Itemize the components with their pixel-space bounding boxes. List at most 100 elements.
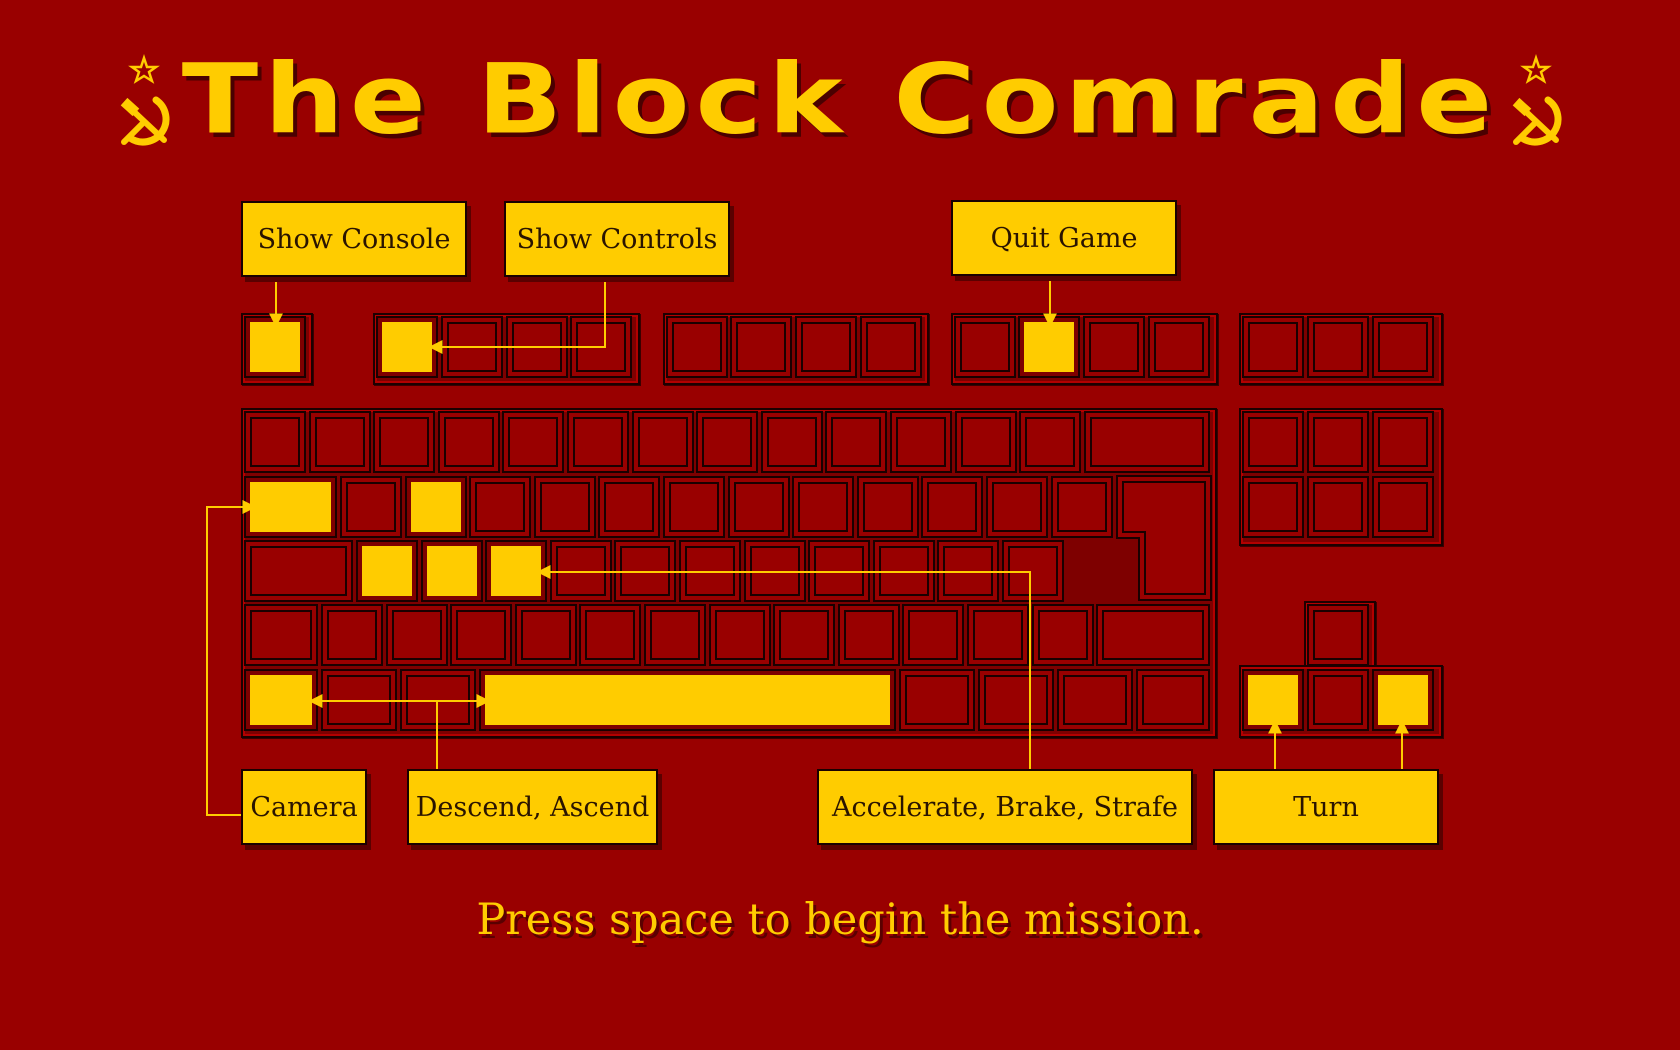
key-number-row[interactable] [631,411,694,473]
key-number-row[interactable] [373,411,436,473]
key-space[interactable] [479,669,896,731]
game-title: The Block Comrade [181,44,1499,156]
key-number-row[interactable] [760,411,823,473]
key-a-row[interactable] [937,540,1000,602]
key-number-row[interactable] [1019,411,1082,473]
hammer-and-sickle-icon [1504,50,1568,150]
key-arrow-up[interactable] [1307,604,1369,666]
key-number-row[interactable] [954,411,1017,473]
key-f1[interactable] [376,316,438,378]
key-menu[interactable] [1057,669,1133,731]
key-z-row[interactable] [514,604,577,666]
key-f12[interactable] [1148,316,1210,378]
key-z-row[interactable] [773,604,836,666]
show-console-label: Show Console [241,201,467,277]
key-f2[interactable] [441,316,503,378]
key-left-shift[interactable] [244,604,318,666]
key-q-row[interactable] [856,476,919,538]
key-q-row[interactable] [986,476,1048,538]
key-a-row[interactable] [808,540,871,602]
key-a-row[interactable] [743,540,806,602]
quit-game-label: Quit Game [951,200,1177,276]
title-banner: The Block Comrade [0,40,1680,160]
key-q-row[interactable] [404,476,467,538]
key-right-shift[interactable] [1096,604,1210,666]
camera-label: Camera [241,769,367,845]
key-q-row[interactable] [727,476,790,538]
key-z-row[interactable] [1031,604,1094,666]
key-z-row[interactable] [644,604,706,666]
key-q-row[interactable] [1050,476,1113,538]
key-arrow-right[interactable] [1372,669,1434,731]
key-number-row[interactable] [502,411,565,473]
key-navigation[interactable] [1242,476,1304,538]
key-q-row[interactable] [598,476,661,538]
key-number-row[interactable] [244,411,306,473]
key-arrow-down[interactable] [1307,669,1369,731]
key-system-2[interactable] [1307,316,1369,378]
key-a-row[interactable] [485,540,548,602]
key-f3[interactable] [506,316,568,378]
key-f11[interactable] [1083,316,1145,378]
key-left-alt[interactable] [400,669,476,731]
key-f10[interactable] [1018,316,1080,378]
show-controls-label: Show Controls [504,201,730,277]
key-a-row[interactable] [356,540,418,602]
key-z-row[interactable] [321,604,383,666]
key-navigation[interactable] [1307,476,1369,538]
key-enter[interactable] [1115,474,1213,602]
key-z-row[interactable] [708,604,771,666]
key-f9[interactable] [954,316,1016,378]
key-f7[interactable] [795,316,857,378]
hammer-and-sickle-icon [112,50,176,150]
key-left-win[interactable] [321,669,397,731]
key-navigation[interactable] [1242,411,1304,473]
key-a-row[interactable] [872,540,935,602]
turn-label: Turn [1213,769,1439,845]
key-z-row[interactable] [385,604,448,666]
key-a-row[interactable] [679,540,741,602]
key-a-row[interactable] [549,540,612,602]
key-q-row[interactable] [792,476,855,538]
key-navigation[interactable] [1372,411,1434,473]
key-number-row[interactable] [567,411,629,473]
key-system-3[interactable] [1372,316,1434,378]
key-number-row[interactable] [437,411,500,473]
key-q-row[interactable] [663,476,725,538]
key-system-1[interactable] [1242,316,1304,378]
key-navigation[interactable] [1307,411,1369,473]
key-number-row[interactable] [308,411,371,473]
accelerate-brake-strafe-label: Accelerate, Brake, Strafe [817,769,1193,845]
key-right-win[interactable] [978,669,1054,731]
key-left-ctrl[interactable] [244,669,318,731]
key-f4[interactable] [570,316,632,378]
key-q-row[interactable] [469,476,532,538]
key-z-row[interactable] [902,604,965,666]
controls-screen: The Block Comrade Show Console Show Cont… [0,0,1680,1050]
key-q-row[interactable] [340,476,402,538]
key-q-row[interactable] [533,476,596,538]
key-caps-lock[interactable] [244,540,353,602]
key-z-row[interactable] [579,604,642,666]
key-right-ctrl[interactable] [1136,669,1210,731]
key-tab[interactable] [244,476,337,538]
key-number-row[interactable] [890,411,952,473]
key-number-row[interactable] [696,411,759,473]
key-f6[interactable] [730,316,792,378]
key-a-row[interactable] [420,540,483,602]
key-f8[interactable] [860,316,922,378]
key-z-row[interactable] [967,604,1029,666]
key-a-row[interactable] [614,540,677,602]
key-escape[interactable] [244,316,306,378]
key-z-row[interactable] [450,604,513,666]
key-q-row[interactable] [921,476,984,538]
descend-ascend-label: Descend, Ascend [407,769,658,845]
key-number-row[interactable] [825,411,888,473]
key-f5[interactable] [666,316,728,378]
key-z-row[interactable] [837,604,900,666]
key-navigation[interactable] [1372,476,1434,538]
key-right-alt[interactable] [899,669,975,731]
key-backspace[interactable] [1084,411,1210,473]
key-a-row[interactable] [1002,540,1064,602]
key-arrow-left[interactable] [1242,669,1304,731]
